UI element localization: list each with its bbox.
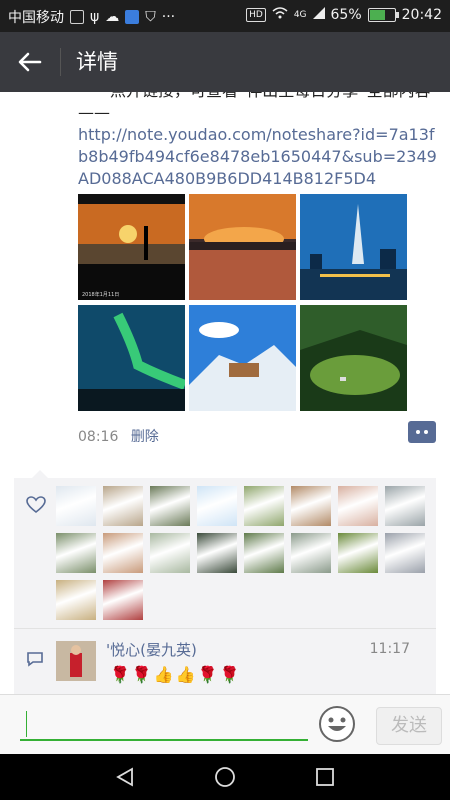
liker-avatar[interactable] — [338, 486, 378, 526]
liker-avatar[interactable] — [197, 486, 237, 526]
back-arrow-icon[interactable] — [16, 48, 44, 76]
battery-icon — [367, 8, 399, 22]
post-link[interactable]: http://note.youdao.com/noteshare?id=7a13… — [78, 124, 438, 190]
liker-avatar[interactable] — [385, 533, 425, 573]
hd-icon: HD — [246, 8, 266, 22]
photo-caption: 2018年1月11日 — [82, 291, 119, 298]
comment-text: 🌹🌹👍👍🌹🌹 — [110, 665, 242, 684]
likes-panel — [14, 470, 436, 628]
photo-forest-valley[interactable] — [300, 305, 407, 411]
cloud-icon: ☁ — [105, 9, 120, 25]
commenter-avatar[interactable] — [56, 641, 96, 681]
liker-avatar[interactable] — [291, 533, 331, 573]
status-bar: 中国移动 ψ ☁ ⛉ ··· HD 4G 65% 20:42 — [0, 0, 450, 32]
shield-icon: ⛉ — [145, 9, 156, 25]
battery-percent: 65% — [330, 7, 362, 23]
liker-avatar[interactable] — [150, 533, 190, 573]
like-heart-icon — [26, 496, 46, 514]
commenter-name[interactable]: '悦心(晏九英) — [106, 639, 197, 660]
liker-avatar[interactable] — [56, 486, 96, 526]
page-title: 详情 — [76, 50, 118, 74]
liker-avatar[interactable] — [244, 486, 284, 526]
comments-panel: '悦心(晏九英) 11:17 🌹🌹👍👍🌹🌹 — [14, 628, 436, 694]
usb-icon: ψ — [90, 9, 100, 25]
comment-input[interactable] — [20, 705, 308, 741]
comment-input-bar: 发送 — [0, 694, 450, 755]
send-button[interactable]: 发送 — [376, 707, 442, 745]
system-nav-bar — [0, 754, 450, 800]
liker-avatar[interactable] — [150, 486, 190, 526]
post-detail: ——点开链接，可查看“伴出生每日分享”全部内容—— http://note.yo… — [0, 92, 450, 694]
liker-avatar[interactable] — [103, 533, 143, 573]
liker-avatar[interactable] — [197, 533, 237, 573]
post-body: ——点开链接，可查看“伴出生每日分享”全部内容—— http://note.yo… — [78, 92, 438, 190]
delete-link[interactable]: 删除 — [131, 429, 159, 445]
liker-avatar[interactable] — [244, 533, 284, 573]
wifi-icon — [272, 7, 288, 23]
liker-avatar[interactable] — [103, 580, 143, 620]
notification-icon — [70, 10, 84, 24]
liker-avatar[interactable] — [291, 486, 331, 526]
carrier-label: 中国移动 — [8, 10, 64, 26]
photo-aurora[interactable] — [78, 305, 185, 411]
nav-recents-icon[interactable] — [314, 766, 336, 788]
nav-back-icon[interactable] — [114, 766, 136, 788]
post-text: ——点开链接，可查看“伴出生每日分享”全部内容—— — [78, 92, 431, 122]
photo-lake-sunset[interactable] — [189, 194, 296, 300]
liker-avatar[interactable] — [103, 486, 143, 526]
clock: 20:42 — [401, 7, 442, 23]
text-caret — [26, 711, 27, 737]
comment-icon — [27, 652, 43, 667]
signal-icon — [312, 7, 325, 23]
post-time: 08:16 — [78, 429, 119, 445]
comment-time: 11:17 — [369, 641, 410, 657]
app-notification-icon — [125, 10, 140, 24]
status-left: 中国移动 ψ ☁ ⛉ ··· — [8, 7, 175, 27]
status-right: HD 4G 65% 20:42 — [246, 7, 442, 23]
emoji-button[interactable] — [318, 705, 356, 743]
liker-avatar[interactable] — [56, 533, 96, 573]
more-notifications-icon: ··· — [161, 9, 176, 25]
liker-avatar[interactable] — [338, 533, 378, 573]
photo-crane-sunset[interactable]: 2018年1月11日 — [78, 194, 185, 300]
network-type-label: 4G — [293, 10, 307, 20]
nav-home-icon[interactable] — [214, 766, 236, 788]
liker-avatar[interactable] — [56, 580, 96, 620]
header-divider — [60, 48, 61, 76]
app-header: 详情 — [0, 32, 450, 92]
comment-action-button[interactable] — [408, 421, 436, 443]
photo-city-skyline[interactable] — [300, 194, 407, 300]
post-meta: 08:16 删除 — [78, 426, 159, 446]
liker-avatar[interactable] — [385, 486, 425, 526]
photo-mountain-palace[interactable] — [189, 305, 296, 411]
